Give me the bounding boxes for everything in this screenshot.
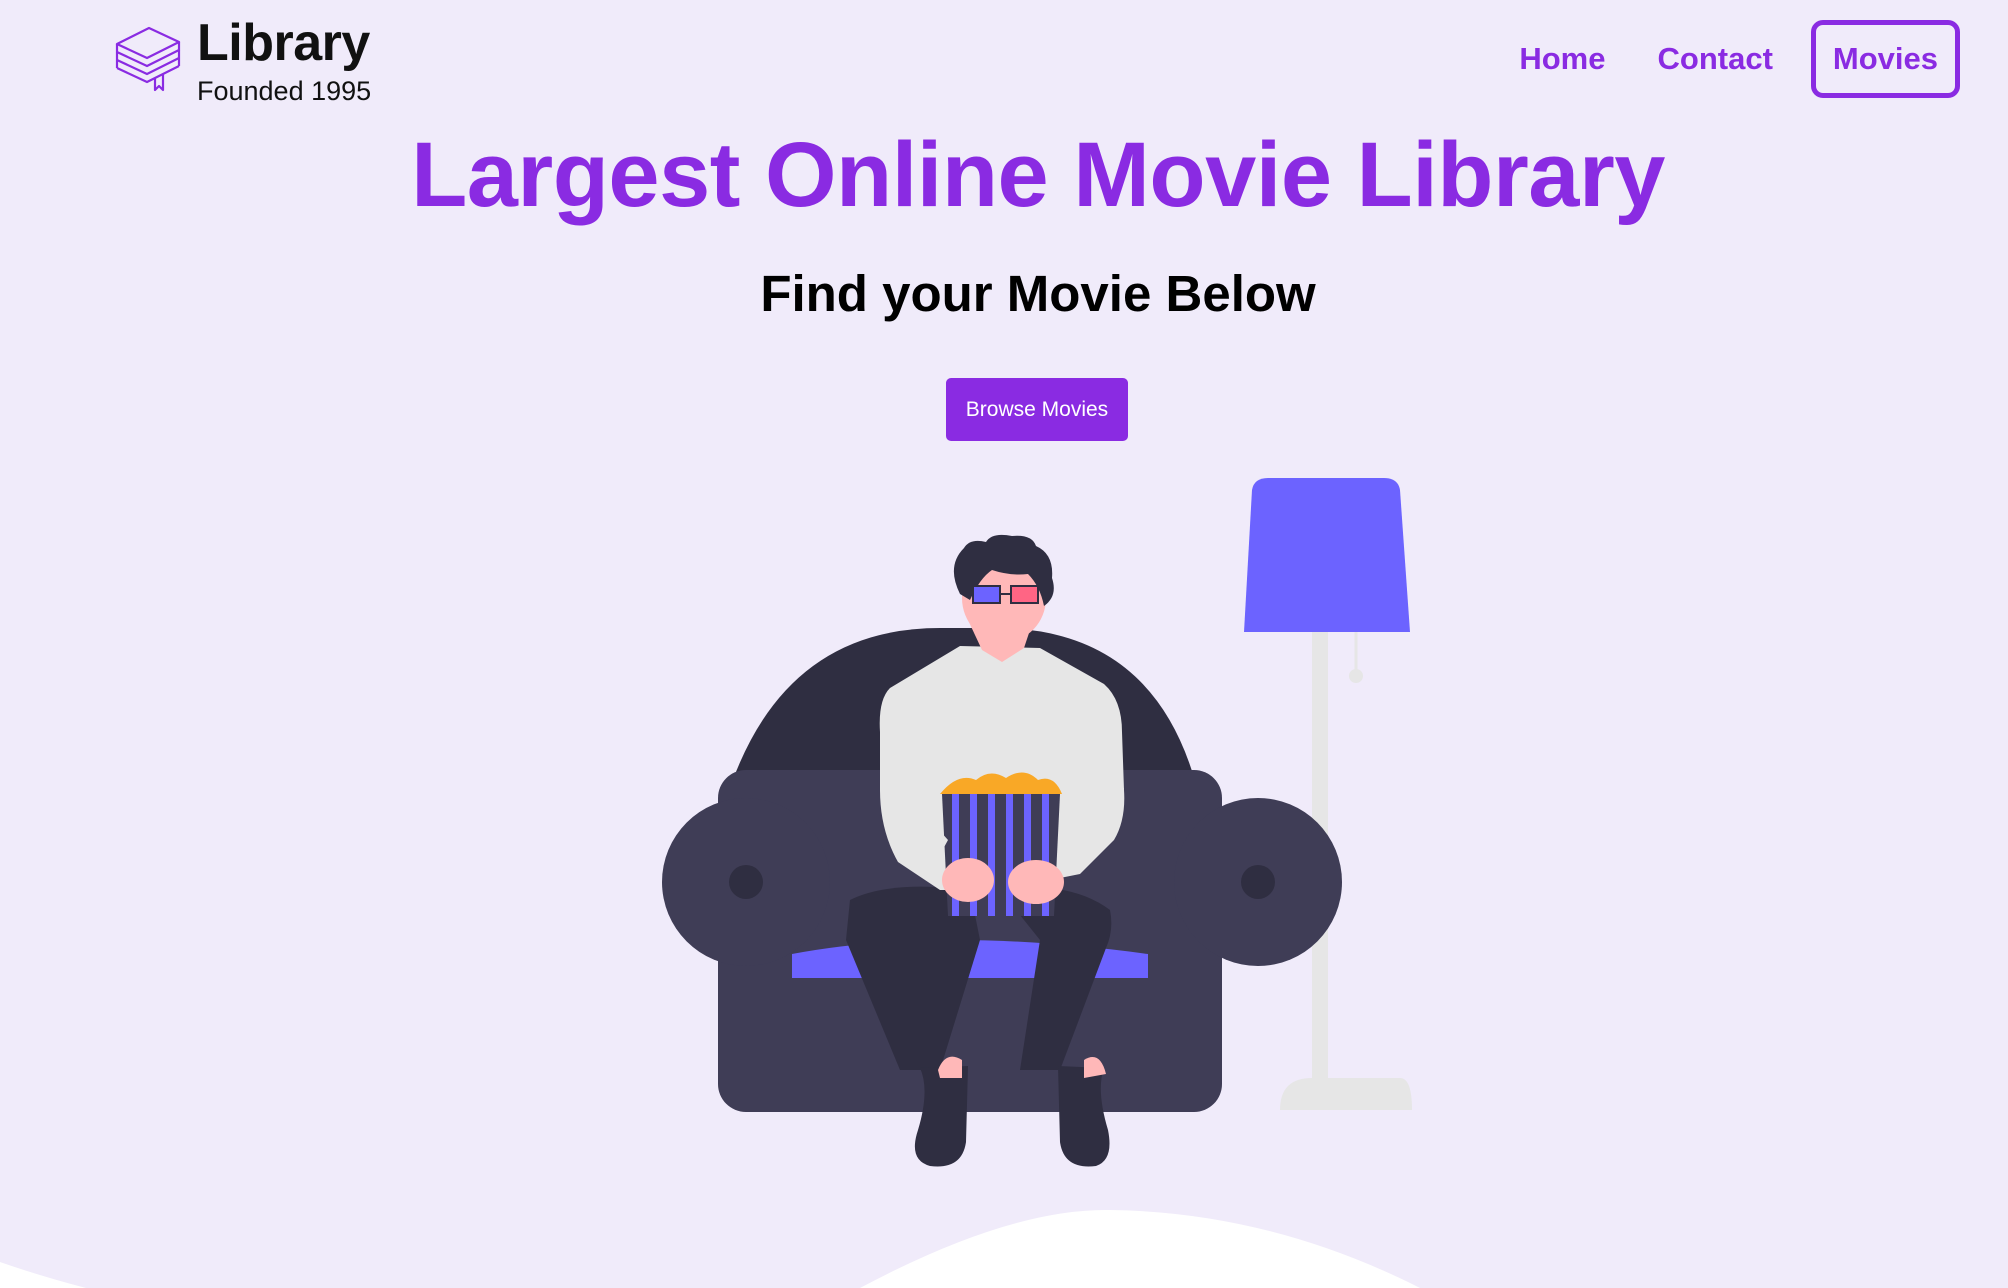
floor-lamp-icon (1244, 478, 1412, 1110)
nav-link-contact[interactable]: Contact (1658, 41, 1773, 77)
person-watching-movie-illustration (662, 478, 1412, 1167)
logo-subtitle: Founded 1995 (197, 76, 372, 106)
site-logo[interactable]: Library Founded 1995 (113, 16, 371, 106)
bottom-wave-divider (0, 1209, 1420, 1288)
logo-title: Library (197, 14, 370, 72)
stacked-books-icon (115, 26, 181, 92)
nav-link-movies[interactable]: Movies (1810, 20, 1960, 98)
main-nav: Home Contact Movies (1467, 20, 1960, 98)
browse-movies-button[interactable]: Browse Movies (946, 378, 1128, 441)
nav-link-home[interactable]: Home (1519, 41, 1605, 77)
hero-subtitle: Find your Movie Below (760, 265, 1316, 322)
hero-title: Largest Online Movie Library (411, 124, 1665, 226)
page: Library Founded 1995 Home Contact Movies… (0, 0, 2008, 1288)
